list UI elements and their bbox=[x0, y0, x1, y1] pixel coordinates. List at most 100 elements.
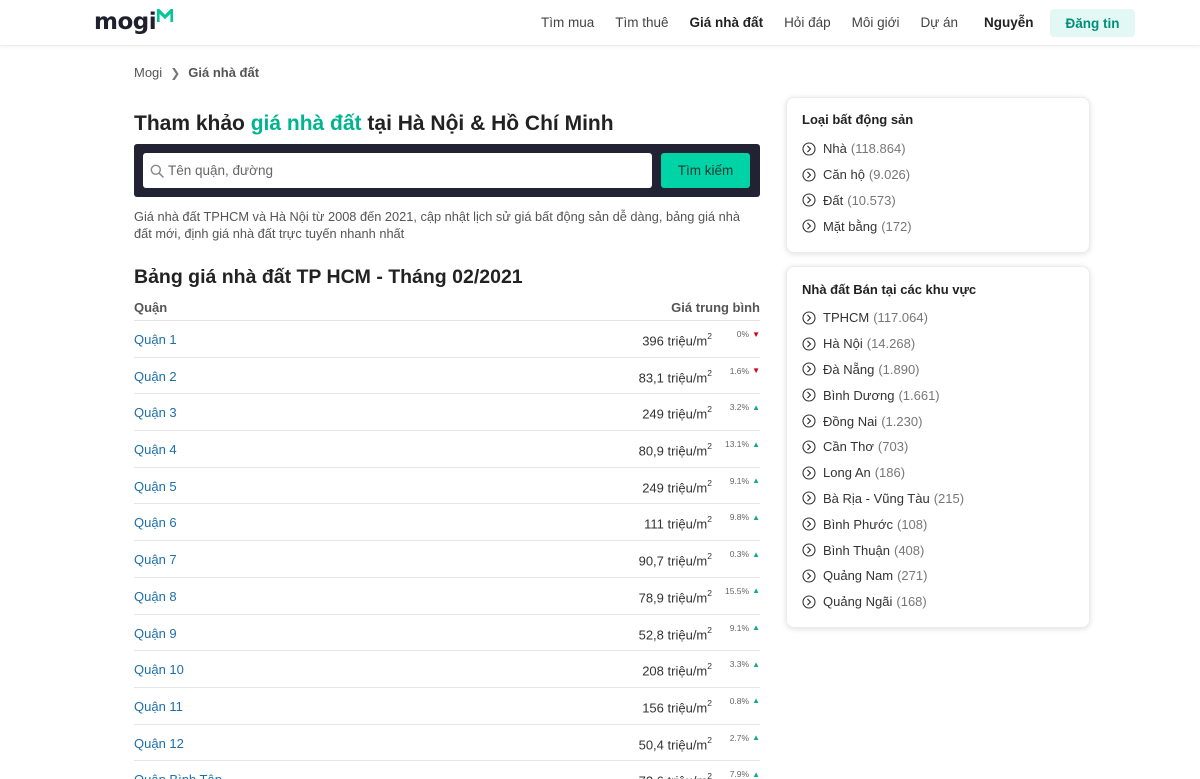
region-item[interactable]: Bình Dương (1.661) bbox=[802, 382, 964, 408]
region-item[interactable]: TPHCM (117.064) bbox=[802, 305, 964, 331]
region-card-title: Nhà đất Bán tại các khu vực bbox=[802, 282, 977, 297]
nav-projects[interactable]: Dự án bbox=[920, 15, 958, 30]
nav-rent[interactable]: Tìm thuê bbox=[615, 15, 668, 30]
search-input[interactable] bbox=[168, 163, 638, 178]
district-link[interactable]: Quận 7 bbox=[134, 552, 177, 567]
region-item[interactable]: Cần Thơ (703) bbox=[802, 434, 964, 460]
table-row[interactable]: Quận 12 50,4 triệu/m2 2.7% ▲ bbox=[134, 725, 760, 762]
nav-land-price[interactable]: Giá nhà đất bbox=[690, 15, 764, 30]
table-row[interactable]: Quận 6 111 triệu/m2 9.8% ▲ bbox=[134, 504, 760, 542]
average-price: 396 triệu/m2 bbox=[642, 331, 712, 348]
price-value: 83,1 bbox=[638, 370, 664, 386]
breadcrumb-current: Giá nhà đất bbox=[188, 65, 260, 80]
district-link[interactable]: Quận 11 bbox=[134, 699, 183, 714]
average-price: 78,9 triệu/m2 bbox=[639, 588, 712, 605]
region-item[interactable]: Đồng Nai (1.230) bbox=[802, 408, 964, 434]
search-field bbox=[143, 153, 652, 188]
region-label[interactable]: Bà Rịa - Vũng Tàu bbox=[823, 491, 930, 506]
region-item[interactable]: Quảng Nam (271) bbox=[802, 563, 964, 589]
property-type-item[interactable]: Nhà (118.864) bbox=[802, 136, 912, 162]
region-item[interactable]: Đà Nẵng (1.890) bbox=[802, 357, 964, 383]
district-link[interactable]: Quận 9 bbox=[134, 626, 177, 641]
nav-brokers[interactable]: Môi giới bbox=[852, 15, 900, 30]
region-label[interactable]: Quảng Nam bbox=[823, 568, 893, 583]
price-value: 111 bbox=[644, 516, 664, 532]
district-link[interactable]: Quận 3 bbox=[134, 405, 177, 420]
nav-qa[interactable]: Hỏi đáp bbox=[784, 15, 831, 30]
table-row[interactable]: Quận 8 78,9 triệu/m2 15.5% ▲ bbox=[134, 578, 760, 615]
trend-up-icon: ▲ bbox=[752, 439, 760, 449]
district-link[interactable]: Quận 2 bbox=[134, 369, 177, 384]
page-description: Giá nhà đất TPHCM và Hà Nội từ 2008 đến … bbox=[134, 209, 740, 241]
price-change: 3.2% ▲ bbox=[730, 402, 760, 412]
post-listing-button[interactable]: Đăng tin bbox=[1050, 9, 1135, 37]
logo-mark-icon bbox=[157, 9, 174, 22]
district-link[interactable]: Quận 5 bbox=[134, 479, 177, 494]
region-item[interactable]: Hà Nội (14.268) bbox=[802, 331, 964, 357]
region-count: (14.268) bbox=[866, 336, 916, 352]
price-unit-superscript: 2 bbox=[707, 734, 712, 745]
title-suffix: tại Hà Nội & Hồ Chí Minh bbox=[361, 112, 614, 135]
table-row[interactable]: Quận 11 156 triệu/m2 0.8% ▲ bbox=[134, 688, 760, 725]
table-row[interactable]: Quận 9 52,8 triệu/m2 9.1% ▲ bbox=[134, 615, 760, 652]
user-menu[interactable]: Nguyễn bbox=[984, 15, 1034, 30]
district-link[interactable]: Quận 1 bbox=[134, 332, 177, 347]
title-prefix: Tham khảo bbox=[134, 112, 251, 135]
property-type-item[interactable]: Căn hộ (9.026) bbox=[802, 162, 912, 188]
region-count: (117.064) bbox=[873, 310, 928, 326]
change-percent: 0.8% bbox=[729, 695, 750, 706]
region-count: (408) bbox=[893, 542, 925, 558]
table-row[interactable]: Quận 7 90,7 triệu/m2 0.3% ▲ bbox=[134, 541, 760, 578]
district-link[interactable]: Quận Bình Tân bbox=[134, 772, 222, 779]
property-type-label[interactable]: Nhà bbox=[823, 141, 847, 156]
table-row[interactable]: Quận 4 80,9 triệu/m2 13.1% ▲ bbox=[134, 431, 760, 468]
region-item[interactable]: Bình Thuận (408) bbox=[802, 537, 964, 563]
search-button[interactable]: Tìm kiếm bbox=[661, 153, 750, 188]
search-panel: Tìm kiếm bbox=[134, 144, 760, 197]
district-link[interactable]: Quận 4 bbox=[134, 442, 177, 457]
region-item[interactable]: Bà Rịa - Vũng Tàu (215) bbox=[802, 486, 964, 512]
price-change: 7.9% ▲ bbox=[730, 769, 760, 779]
price-unit-superscript: 2 bbox=[707, 624, 712, 635]
property-type-label[interactable]: Căn hộ bbox=[823, 167, 865, 182]
price-unit: triệu/m bbox=[667, 406, 708, 422]
price-value: 90,7 bbox=[638, 553, 664, 569]
region-label[interactable]: Quảng Ngãi bbox=[823, 594, 892, 609]
breadcrumb-home[interactable]: Mogi bbox=[134, 65, 162, 80]
region-label[interactable]: Đồng Nai bbox=[823, 414, 877, 429]
table-row[interactable]: Quận 1 396 triệu/m2 0% ▼ bbox=[134, 321, 760, 358]
table-row[interactable]: Quận 5 249 triệu/m2 9.1% ▲ bbox=[134, 468, 760, 505]
region-label[interactable]: Long An bbox=[823, 465, 871, 480]
region-label[interactable]: Bình Phước bbox=[823, 517, 893, 532]
region-label[interactable]: Bình Thuận bbox=[823, 543, 890, 558]
property-type-item[interactable]: Đất (10.573) bbox=[802, 188, 912, 214]
district-link[interactable]: Quận 6 bbox=[134, 515, 177, 530]
district-link[interactable]: Quận 8 bbox=[134, 589, 177, 604]
table-row[interactable]: Quận 3 249 triệu/m2 3.2% ▲ bbox=[134, 394, 760, 432]
region-item[interactable]: Bình Phước (108) bbox=[802, 511, 964, 537]
table-row[interactable]: Quận 10 208 triệu/m2 3.3% ▲ bbox=[134, 651, 760, 688]
property-type-label[interactable]: Đất bbox=[823, 193, 843, 208]
region-item[interactable]: Quảng Ngãi (168) bbox=[802, 589, 964, 615]
region-item[interactable]: Long An (186) bbox=[802, 460, 964, 486]
region-count: (703) bbox=[877, 439, 909, 455]
region-label[interactable]: Hà Nội bbox=[823, 336, 863, 351]
region-label[interactable]: Đà Nẵng bbox=[823, 362, 874, 377]
table-row[interactable]: Quận Bình Tân 72,6 triệu/m2 7.9%▲ bbox=[134, 761, 760, 779]
district-link[interactable]: Quận 10 bbox=[134, 662, 184, 677]
change-percent: 1.6% bbox=[729, 365, 750, 376]
region-label[interactable]: TPHCM bbox=[823, 310, 869, 325]
region-label[interactable]: Cần Thơ bbox=[823, 439, 874, 454]
region-label[interactable]: Bình Dương bbox=[823, 388, 894, 403]
property-type-item[interactable]: Mặt bằng (172) bbox=[802, 213, 912, 239]
district-link[interactable]: Quận 12 bbox=[134, 736, 184, 751]
average-price: 208 triệu/m2 bbox=[642, 661, 712, 678]
region-count: (1.890) bbox=[878, 361, 920, 377]
average-price: 80,9 triệu/m2 bbox=[639, 441, 712, 458]
circle-chevron-right-icon bbox=[802, 491, 816, 506]
nav-buy[interactable]: Tìm mua bbox=[541, 15, 594, 30]
table-row[interactable]: Quận 2 83,1 triệu/m2 1.6% ▼ bbox=[134, 358, 760, 395]
logo-text: mogi bbox=[94, 9, 157, 35]
property-type-label[interactable]: Mặt bằng bbox=[823, 219, 877, 234]
mogi-logo[interactable]: mogi bbox=[94, 9, 174, 37]
